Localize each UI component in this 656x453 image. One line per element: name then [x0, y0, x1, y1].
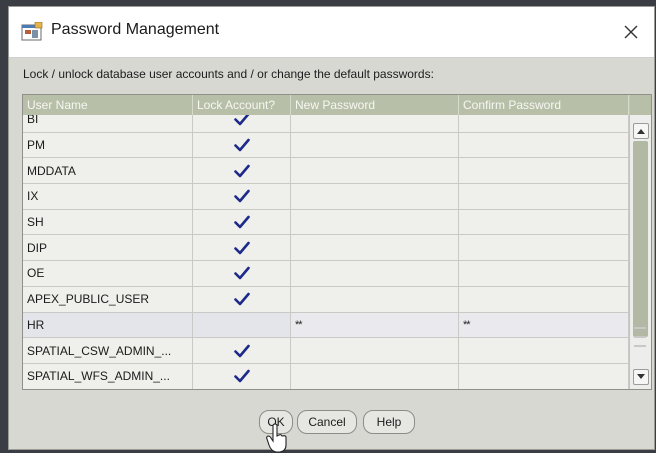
- cell-confirm-password-input[interactable]: [459, 184, 629, 209]
- cancel-button[interactable]: Cancel: [297, 410, 357, 434]
- cell-new-password-input[interactable]: [291, 286, 459, 312]
- cell-lock-account-checkbox[interactable]: [193, 209, 291, 235]
- cell-new-password-input[interactable]: [291, 261, 459, 286]
- cell-lock-account-checkbox[interactable]: [193, 312, 291, 338]
- scroll-thumb[interactable]: [633, 141, 648, 337]
- cell-lock-account-checkbox[interactable]: [193, 286, 291, 312]
- cell-confirm-password-input[interactable]: [459, 132, 629, 158]
- cell-new-password-input[interactable]: [291, 338, 459, 363]
- cell-lock-account-checkbox[interactable]: [193, 132, 291, 158]
- checkmark-icon: [233, 267, 250, 280]
- password-management-dialog: Password Management Lock / unlock databa…: [8, 6, 655, 453]
- table-row[interactable]: OE: [23, 261, 629, 287]
- cell-new-password-input[interactable]: [291, 115, 459, 132]
- cell-new-password-input[interactable]: [291, 158, 459, 184]
- cell-user-name: MDDATA: [23, 158, 193, 184]
- cell-user-name: HR: [23, 312, 193, 338]
- checkmark-icon: [233, 292, 250, 306]
- new-password-value: **: [295, 318, 303, 331]
- scroll-down-button[interactable]: [633, 369, 649, 385]
- cell-lock-account-checkbox[interactable]: [193, 184, 291, 209]
- cell-lock-account-checkbox[interactable]: [193, 235, 291, 261]
- oracle-window-icon: [21, 22, 43, 41]
- scroll-up-button[interactable]: [633, 123, 649, 139]
- cell-user-name: BI: [23, 115, 193, 132]
- vertical-scrollbar[interactable]: [629, 95, 651, 389]
- cell-new-password-input[interactable]: [291, 132, 459, 158]
- cell-new-password-input[interactable]: [291, 363, 459, 389]
- dialog-buttons: OK Cancel Help: [9, 410, 654, 436]
- table-row[interactable]: SH: [23, 209, 629, 236]
- checkmark-icon: [233, 241, 250, 255]
- checkmark-icon: [233, 190, 250, 203]
- column-header-new-password[interactable]: New Password: [291, 95, 459, 115]
- cell-user-name: IX: [23, 184, 193, 209]
- user-accounts-grid: User Name Lock Account? New Password Con…: [22, 94, 652, 390]
- close-icon: [624, 25, 638, 39]
- column-header-user-name[interactable]: User Name: [23, 95, 193, 115]
- close-button[interactable]: [614, 15, 648, 49]
- cell-confirm-password-input[interactable]: [459, 338, 629, 363]
- grid-body: BI PM MDDATA IX SH DIP OE APEX_PUBLIC_USER HR ** *…: [23, 115, 629, 389]
- dialog-title: Password Management: [51, 21, 220, 38]
- checkmark-icon: [233, 138, 250, 152]
- checkmark-icon: [233, 215, 250, 229]
- chevron-up-icon: [637, 129, 645, 134]
- scroll-grip: [634, 327, 646, 347]
- table-row[interactable]: BI: [23, 115, 629, 133]
- cell-lock-account-checkbox[interactable]: [193, 261, 291, 286]
- cell-confirm-password-input[interactable]: [459, 235, 629, 261]
- scrollbar-header-cap: [630, 95, 651, 115]
- table-row[interactable]: HR ** **: [23, 312, 629, 339]
- cell-confirm-password-input[interactable]: [459, 115, 629, 132]
- cell-confirm-password-input[interactable]: [459, 158, 629, 184]
- checkmark-icon: [233, 369, 250, 383]
- chevron-down-icon: [637, 374, 645, 379]
- cell-lock-account-checkbox[interactable]: [193, 115, 291, 132]
- checkmark-icon: [233, 115, 250, 126]
- cell-lock-account-checkbox[interactable]: [193, 363, 291, 389]
- column-header-lock-account[interactable]: Lock Account?: [193, 95, 291, 115]
- table-row[interactable]: SPATIAL_WFS_ADMIN_...: [23, 363, 629, 389]
- cell-user-name: OE: [23, 261, 193, 286]
- cell-confirm-password-input[interactable]: [459, 209, 629, 235]
- table-row[interactable]: SPATIAL_CSW_ADMIN_...: [23, 338, 629, 364]
- cell-user-name: SPATIAL_WFS_ADMIN_...: [23, 363, 193, 389]
- cell-new-password-input[interactable]: [291, 235, 459, 261]
- cell-user-name: DIP: [23, 235, 193, 261]
- grid-rows: BI PM MDDATA IX SH DIP OE APEX_PUBLIC_USER HR ** *…: [23, 115, 629, 389]
- table-row[interactable]: APEX_PUBLIC_USER: [23, 286, 629, 313]
- cell-user-name: SH: [23, 209, 193, 235]
- help-button[interactable]: Help: [363, 410, 415, 434]
- checkmark-icon: [233, 344, 250, 357]
- table-row[interactable]: MDDATA: [23, 158, 629, 185]
- cell-confirm-password-input[interactable]: [459, 363, 629, 389]
- cell-new-password-input[interactable]: **: [291, 312, 459, 338]
- table-row[interactable]: PM: [23, 132, 629, 159]
- cell-new-password-input[interactable]: [291, 209, 459, 235]
- cell-confirm-password-input[interactable]: [459, 286, 629, 312]
- cell-confirm-password-input[interactable]: **: [459, 312, 629, 338]
- cell-lock-account-checkbox[interactable]: [193, 158, 291, 184]
- hand-cursor-icon: [266, 423, 287, 453]
- cell-user-name: PM: [23, 132, 193, 158]
- table-row[interactable]: DIP: [23, 235, 629, 262]
- grid-header: User Name Lock Account? New Password Con…: [23, 95, 629, 116]
- column-header-confirm-password[interactable]: Confirm Password: [459, 95, 629, 115]
- instruction-text: Lock / unlock database user accounts and…: [23, 67, 434, 81]
- title-bar: Password Management: [9, 7, 654, 58]
- checkmark-icon: [233, 164, 250, 178]
- cell-user-name: SPATIAL_CSW_ADMIN_...: [23, 338, 193, 363]
- cell-confirm-password-input[interactable]: [459, 261, 629, 286]
- cell-lock-account-checkbox[interactable]: [193, 338, 291, 363]
- table-row[interactable]: IX: [23, 184, 629, 210]
- cell-user-name: APEX_PUBLIC_USER: [23, 286, 193, 312]
- cell-new-password-input[interactable]: [291, 184, 459, 209]
- confirm-password-value: **: [463, 318, 471, 331]
